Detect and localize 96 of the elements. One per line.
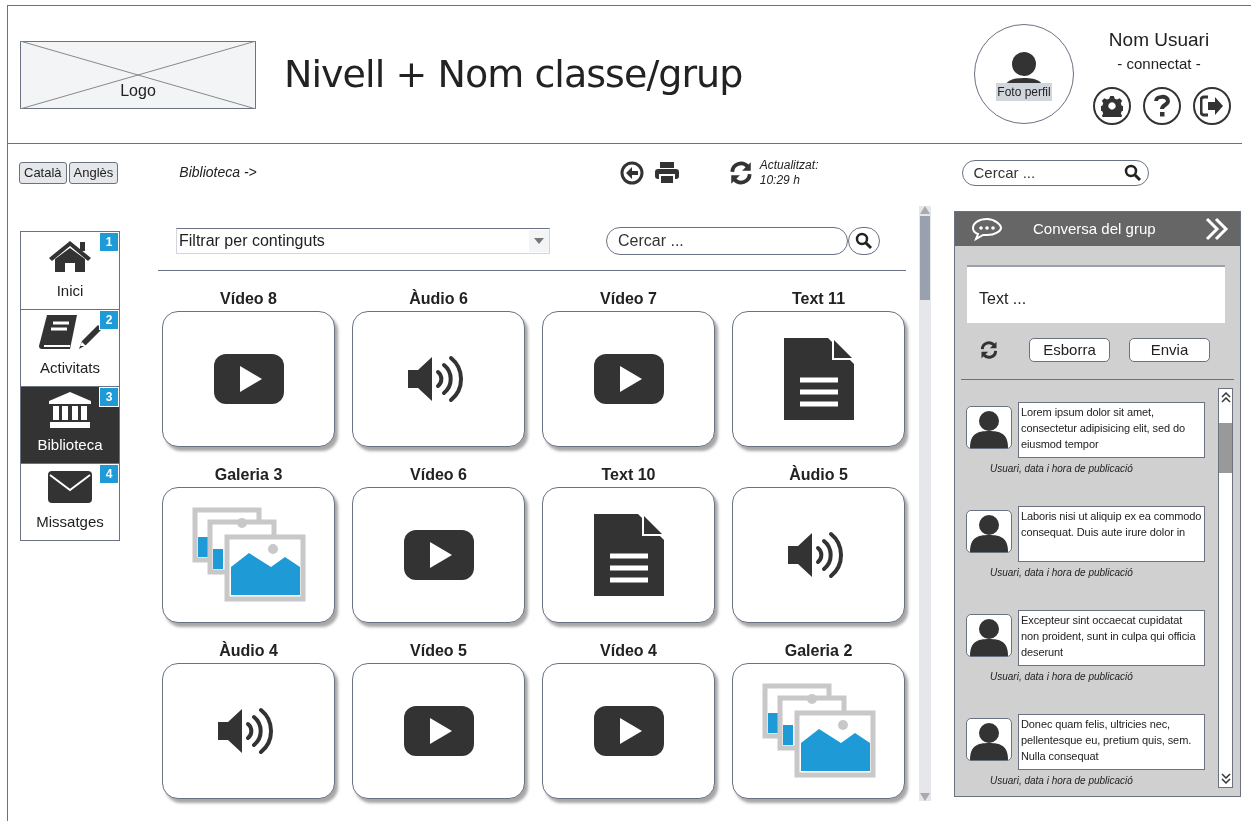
nav-label: Activitats [40, 357, 100, 378]
media-card[interactable] [162, 311, 335, 447]
nav-label: Inici [56, 280, 84, 301]
question-mark-icon [1154, 94, 1170, 118]
play-button-icon [592, 353, 665, 405]
refresh-icon [979, 340, 999, 360]
user-name: Nom Usuari [1108, 28, 1210, 52]
media-card[interactable] [542, 487, 715, 623]
refresh-icon [727, 159, 754, 186]
message-meta: Usuari, data i hora de publicació [990, 670, 1134, 684]
help-button[interactable] [1143, 87, 1181, 125]
message-meta: Usuari, data i hora de publicació [990, 462, 1134, 476]
item-title: Vídeo 6 [409, 465, 468, 485]
back-button[interactable] [618, 159, 645, 186]
house-icon [47, 238, 93, 273]
settings-icon [1101, 95, 1123, 117]
item-title: Text 10 [600, 465, 657, 485]
nav-label: Biblioteca [37, 434, 103, 455]
user-avatar [966, 406, 1012, 449]
media-card[interactable] [352, 663, 525, 799]
double-down-chevron-icon[interactable] [1220, 773, 1231, 785]
play-button-icon [402, 529, 475, 581]
chat-message-field[interactable]: Text ... [967, 265, 1225, 323]
nav-item[interactable]: Biblioteca 3 [21, 386, 119, 463]
search-button[interactable] [848, 227, 880, 255]
user-status: - connectat - [1117, 53, 1201, 74]
printer-icon [653, 160, 680, 185]
message-text: Lorem ipsum dolor sit amet, consectetur adipisicing elit, sed do eiusmod tempor [1018, 402, 1205, 458]
item-title: Àudio 6 [408, 289, 469, 309]
envelope-icon [47, 469, 93, 504]
media-card[interactable] [732, 487, 905, 623]
image-gallery-icon [191, 507, 306, 603]
message-meta: Usuari, data i hora de publicació [990, 566, 1134, 580]
item-title: Text 11 [790, 289, 847, 309]
nav-label: Missatges [36, 511, 104, 532]
play-button-icon [592, 705, 665, 757]
filter-dropdown[interactable]: Filtrar per continguts [176, 228, 550, 254]
chat-button[interactable]: Esborra [1029, 338, 1110, 362]
double-up-chevron-icon[interactable] [1220, 391, 1231, 403]
play-button-icon [402, 705, 475, 757]
count-badge: 1 [99, 232, 119, 252]
item-title: Àudio 5 [788, 465, 849, 485]
refresh-chat-button[interactable] [979, 340, 999, 360]
document-icon [591, 512, 666, 598]
breadcrumb: Biblioteca -> [179, 163, 257, 182]
media-card[interactable] [542, 311, 715, 447]
message-meta: Usuari, data i hora de publicació [990, 774, 1134, 788]
bank-building-icon [47, 390, 93, 429]
media-card[interactable] [162, 663, 335, 799]
media-card[interactable] [352, 487, 525, 623]
collapse-button[interactable] [1204, 217, 1230, 241]
updated-label: Actualitzat: [759, 157, 819, 173]
chat-title: Conversa del grup [1033, 218, 1156, 239]
page-title: Nivell + Nom classe/grup [284, 51, 743, 98]
chat-button[interactable]: Envia [1129, 338, 1210, 362]
user-avatar [966, 510, 1012, 553]
chat-scrollbar[interactable] [1218, 388, 1233, 788]
item-title: Galeria 2 [783, 641, 854, 661]
language-button[interactable]: Anglès [68, 161, 119, 184]
item-title: Galeria 3 [213, 465, 284, 485]
item-title: Àudio 4 [218, 641, 279, 661]
logo-text: Logo [120, 80, 156, 101]
chat-bubble-icon [971, 217, 1003, 241]
search-icon [855, 232, 873, 250]
language-button[interactable]: Català [19, 161, 67, 184]
settings-button[interactable] [1093, 87, 1131, 125]
library-search-field[interactable]: Cercar ... [606, 227, 848, 255]
scrollbar-thumb[interactable] [920, 216, 930, 300]
search-icon [1124, 163, 1143, 182]
message-text: Donec quam felis, ultricies nec, pellentesque eu, pretium quis, sem. Nulla consequat [1018, 714, 1205, 770]
document-icon [781, 336, 856, 422]
item-title: Vídeo 7 [599, 289, 658, 309]
count-badge: 2 [99, 310, 119, 330]
count-badge: 3 [99, 387, 119, 407]
user-avatar [966, 614, 1012, 657]
message-text: Excepteur sint occaecat cupidatat non proident, sunt in culpa qui officia deserunt [1018, 610, 1205, 666]
updated-time: 10:29 h [759, 172, 801, 188]
user-avatar [966, 718, 1012, 761]
media-card[interactable] [732, 311, 905, 447]
double-chevron-icon [1204, 217, 1230, 241]
play-button-icon [212, 353, 285, 405]
media-card[interactable] [542, 663, 715, 799]
item-title: Vídeo 5 [409, 641, 468, 661]
print-button[interactable] [652, 159, 681, 186]
count-badge: 4 [99, 464, 119, 484]
image-gallery-icon [761, 683, 876, 779]
logout-icon [1200, 95, 1224, 117]
search-field[interactable]: Cercar ... [962, 159, 1150, 186]
message-text: Laboris nisi ut aliquip ex ea commodo consequat. Duis aute irure dolor in [1018, 506, 1205, 562]
media-card[interactable] [352, 311, 525, 447]
item-title: Vídeo 8 [219, 289, 278, 309]
chat-scrollbar-thumb[interactable] [1219, 423, 1232, 473]
logout-button[interactable] [1193, 87, 1231, 125]
profile-photo-label: Foto perfil [996, 83, 1052, 101]
scrollbar[interactable] [919, 206, 931, 801]
item-title: Vídeo 4 [599, 641, 658, 661]
